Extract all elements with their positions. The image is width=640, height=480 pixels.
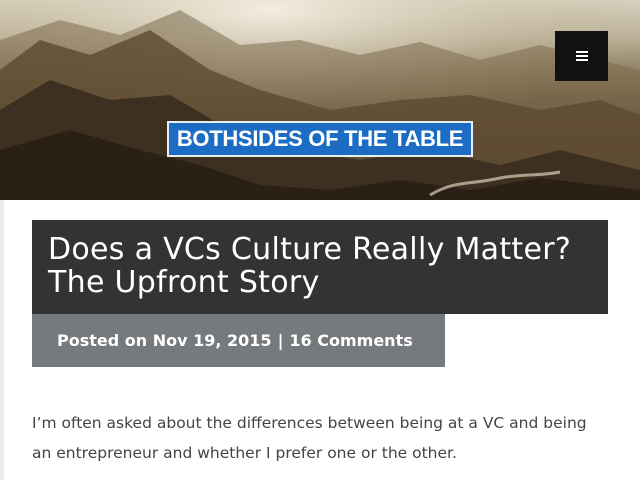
- mountain-landscape-image: [0, 0, 640, 200]
- left-border: [0, 200, 4, 480]
- post-title-box: Does a VCs Culture Really Matter? The Up…: [32, 220, 608, 314]
- menu-button[interactable]: [555, 31, 608, 81]
- site-logo-text: BOTHSIDES OF THE TABLE: [176, 126, 464, 151]
- post-title: Does a VCs Culture Really Matter? The Up…: [48, 232, 572, 300]
- post-meta: Posted on Nov 19, 2015 | 16 Comments: [32, 314, 445, 367]
- meta-separator: |: [277, 331, 284, 350]
- posted-label: Posted on: [57, 331, 148, 350]
- post-intro-paragraph: I’m often asked about the differences be…: [32, 414, 587, 462]
- comments-link[interactable]: 16 Comments: [289, 331, 412, 350]
- site-logo[interactable]: BOTHSIDES OF THE TABLE: [167, 121, 473, 157]
- post-date: Nov 19, 2015: [152, 331, 272, 350]
- header-banner: BOTHSIDES OF THE TABLE: [0, 0, 640, 200]
- hamburger-icon: [575, 51, 588, 61]
